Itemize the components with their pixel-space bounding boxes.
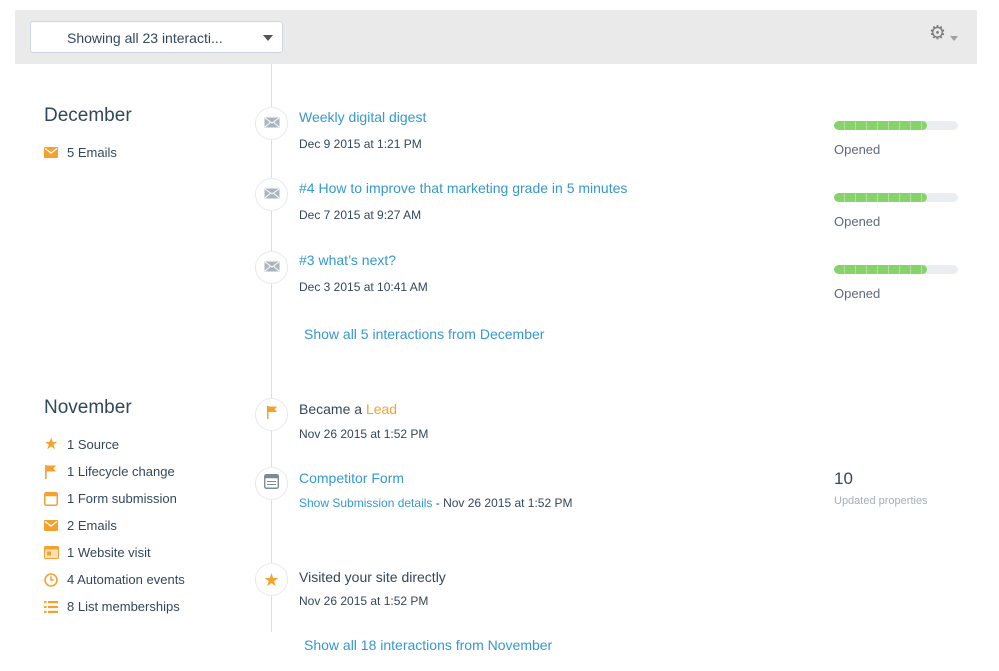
form-node [255,467,288,500]
event-site-visit: Visited your site directly Nov 26 2015 a… [299,569,446,608]
show-all-december-link[interactable]: Show all 5 interactions from December [304,326,544,342]
summary-row: 2 Emails [44,512,185,539]
email-title-link[interactable]: Weekly digital digest [299,109,426,125]
event-date: Dec 9 2015 at 1:21 PM [299,137,422,151]
visit-title: Visited your site directly [299,569,446,585]
status-label: Opened [834,214,881,229]
email-status: Opened [834,193,958,229]
summary-text: 4 Automation events [67,572,185,587]
month-heading: December [44,105,132,126]
email-status: Opened [834,265,958,301]
email-title-link[interactable]: #3 what’s next? [299,252,396,268]
summary-text: 1 Source [67,437,120,452]
show-submission-details-link[interactable]: Show Submission details [299,496,432,510]
website-icon [44,546,67,559]
settings-button[interactable]: ⚙ [929,24,961,46]
month-heading: November [44,397,132,418]
form-icon [264,473,279,494]
gear-icon: ⚙ [929,23,947,44]
envelope-icon [264,259,280,277]
event-lifecycle: Became a Lead Nov 26 2015 at 1:52 PM [299,401,428,441]
lifecycle-title: Became a Lead [299,401,428,417]
envelope-icon [264,186,280,204]
month-summary-december: December 5 Emails [44,105,132,166]
month-summary-november: November ★ 1 Source 1 Lifecycle change 1… [44,397,185,620]
form-title-link[interactable]: Competitor Form [299,470,404,486]
source-node: ★ [255,563,288,596]
status-label: Opened [834,286,881,301]
event-date: Dec 3 2015 at 10:41 AM [299,280,428,294]
filter-label: Showing all 23 interacti... [67,30,223,46]
summary-row: 4 Automation events [44,566,185,593]
email-node [255,107,288,140]
event-date: - Nov 26 2015 at 1:52 PM [432,496,573,510]
event-date: Nov 26 2015 at 1:52 PM [299,427,429,441]
summary-row: 1 Lifecycle change [44,458,185,485]
interaction-filter-dropdown[interactable]: Showing all 23 interacti... [30,21,283,53]
opened-progress-bar [834,193,958,202]
event-form-submission: Competitor Form Show Submission details … [299,470,573,510]
event-email-2: #4 How to improve that marketing grade i… [299,180,627,222]
summary-row: 8 List memberships [44,593,185,620]
email-status: Opened [834,121,958,157]
lifecycle-prefix: Became a [299,401,366,417]
timeline-spine [271,64,272,632]
email-node [255,178,288,211]
event-email-3: #3 what’s next? Dec 3 2015 at 10:41 AM [299,252,428,294]
show-all-november-link[interactable]: Show all 18 interactions from November [304,637,552,653]
event-email-1: Weekly digital digest Dec 9 2015 at 1:21… [299,109,426,151]
summary-row: ★ 1 Source [44,431,185,458]
timeline-toolbar: Showing all 23 interacti... ⚙ [15,10,977,64]
opened-progress-bar [834,265,958,274]
list-icon [44,600,67,613]
properties-count: 10 [834,469,853,488]
summary-text: 2 Emails [67,518,117,533]
event-date: Nov 26 2015 at 1:52 PM [299,594,429,608]
summary-row: 1 Website visit [44,539,185,566]
envelope-icon [264,115,280,133]
summary-text: 1 Form submission [67,491,177,506]
star-icon: ★ [44,435,59,453]
email-icon [44,147,67,158]
properties-label: Updated properties [834,495,928,507]
star-icon: ★ [263,569,280,590]
opened-progress-bar [834,121,958,130]
lifecycle-stage: Lead [365,401,398,417]
email-title-link[interactable]: #4 How to improve that marketing grade i… [299,180,627,196]
flag-icon [266,405,278,424]
summary-row: 5 Emails [44,139,132,166]
email-icon [44,520,67,531]
form-icon [44,491,67,506]
form-meta: Show Submission details - Nov 26 2015 at… [299,496,573,510]
event-date: Dec 7 2015 at 9:27 AM [299,208,422,222]
caret-down-icon [263,35,273,41]
email-node [255,251,288,284]
caret-down-icon [950,36,958,41]
flag-icon [44,464,67,479]
summary-text: 1 Lifecycle change [67,464,175,479]
summary-text: 8 List memberships [67,599,180,614]
clock-icon [44,572,67,587]
summary-text: 1 Website visit [67,545,151,560]
summary-row: 1 Form submission [44,485,185,512]
updated-properties: 10 Updated properties [834,469,928,507]
status-label: Opened [834,142,881,157]
summary-text: 5 Emails [67,145,117,160]
lifecycle-node [255,398,288,431]
